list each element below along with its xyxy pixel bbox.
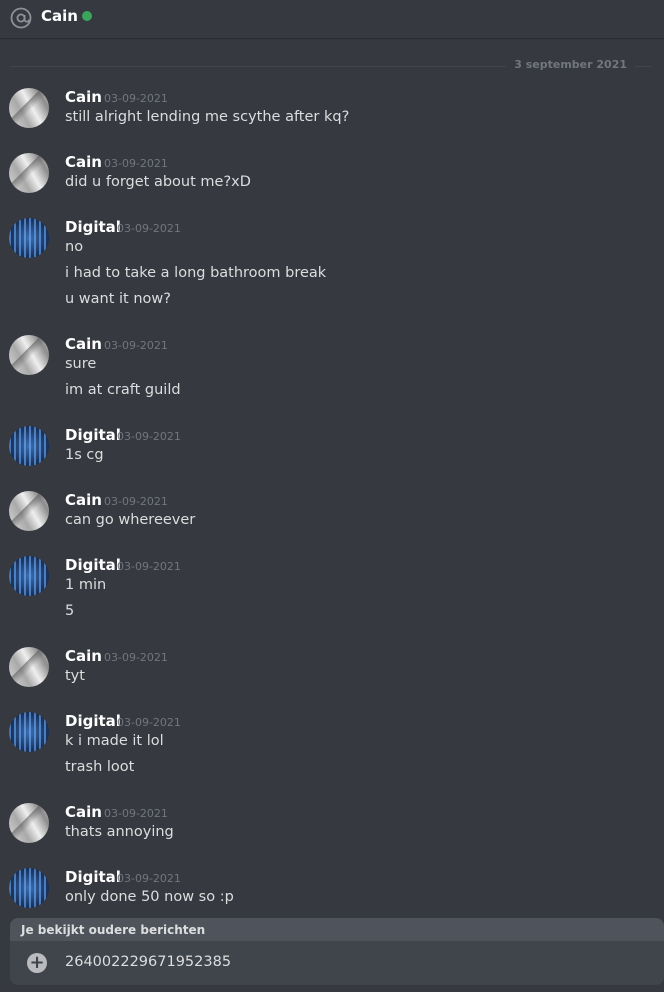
message-author[interactable]: Cain bbox=[65, 803, 102, 821]
message-input[interactable]: 264002229671952385 bbox=[65, 954, 231, 970]
avatar[interactable] bbox=[9, 647, 49, 687]
message-timestamp: 03-09-2021 bbox=[104, 157, 168, 170]
message-text: tyt bbox=[65, 668, 85, 684]
message-timestamp: 03-09-2021 bbox=[117, 430, 181, 443]
online-status-icon bbox=[82, 11, 92, 21]
message-text: did u forget about me?xD bbox=[65, 174, 251, 190]
avatar[interactable] bbox=[9, 712, 49, 752]
message-text: thats annoying bbox=[65, 824, 174, 840]
message-text: still alright lending me scythe after kq… bbox=[65, 109, 350, 125]
message-timestamp: 03-09-2021 bbox=[104, 92, 168, 105]
message-author[interactable]: Cain bbox=[65, 153, 102, 171]
dm-username[interactable]: Cain bbox=[41, 7, 78, 25]
message-author[interactable]: Cain bbox=[65, 491, 102, 509]
avatar[interactable] bbox=[9, 88, 49, 128]
avatar[interactable] bbox=[9, 803, 49, 843]
message-text: sure bbox=[65, 356, 97, 372]
channel-header: Cain bbox=[0, 0, 664, 38]
message-timestamp: 03-09-2021 bbox=[104, 339, 168, 352]
message-timestamp: 03-09-2021 bbox=[117, 872, 181, 885]
message-author[interactable]: Digital bbox=[65, 426, 121, 444]
message-timestamp: 03-09-2021 bbox=[117, 560, 181, 573]
avatar[interactable] bbox=[9, 868, 49, 908]
message-composer[interactable]: + 264002229671952385 bbox=[10, 941, 664, 985]
message-author[interactable]: Cain bbox=[65, 647, 102, 665]
message-text: 5 bbox=[65, 603, 75, 619]
message-text: only done 50 now so :p bbox=[65, 889, 234, 905]
avatar[interactable] bbox=[9, 556, 49, 596]
message-text: 1 min bbox=[65, 577, 107, 593]
message-timestamp: 03-09-2021 bbox=[104, 807, 168, 820]
message-timestamp: 03-09-2021 bbox=[117, 716, 181, 729]
message-text: 1s cg bbox=[65, 447, 104, 463]
message-timestamp: 03-09-2021 bbox=[117, 222, 181, 235]
message-text: no bbox=[65, 239, 84, 255]
message-author[interactable]: Digital bbox=[65, 712, 121, 730]
plus-circle-icon[interactable]: + bbox=[27, 953, 47, 973]
message-author[interactable]: Digital bbox=[65, 868, 121, 886]
older-messages-notice[interactable]: Je bekijkt oudere berichten bbox=[10, 918, 664, 942]
older-messages-text: Je bekijkt oudere berichten bbox=[21, 923, 206, 937]
message-text: im at craft guild bbox=[65, 382, 181, 398]
avatar[interactable] bbox=[9, 335, 49, 375]
avatar[interactable] bbox=[9, 491, 49, 531]
message-author[interactable]: Digital bbox=[65, 218, 121, 236]
message-text: u want it now? bbox=[65, 291, 171, 307]
avatar[interactable] bbox=[9, 218, 49, 258]
message-text: i had to take a long bathroom break bbox=[65, 265, 327, 281]
message-author[interactable]: Digital bbox=[65, 556, 121, 574]
message-text: trash loot bbox=[65, 759, 135, 775]
date-divider-label: 3 september 2021 bbox=[506, 58, 635, 71]
avatar[interactable] bbox=[9, 153, 49, 193]
message-text: can go whereever bbox=[65, 512, 196, 528]
avatar[interactable] bbox=[9, 426, 49, 466]
at-icon bbox=[10, 7, 32, 29]
message-author[interactable]: Cain bbox=[65, 335, 102, 353]
message-timestamp: 03-09-2021 bbox=[104, 651, 168, 664]
message-author[interactable]: Cain bbox=[65, 88, 102, 106]
message-text: k i made it lol bbox=[65, 733, 164, 749]
message-timestamp: 03-09-2021 bbox=[104, 495, 168, 508]
